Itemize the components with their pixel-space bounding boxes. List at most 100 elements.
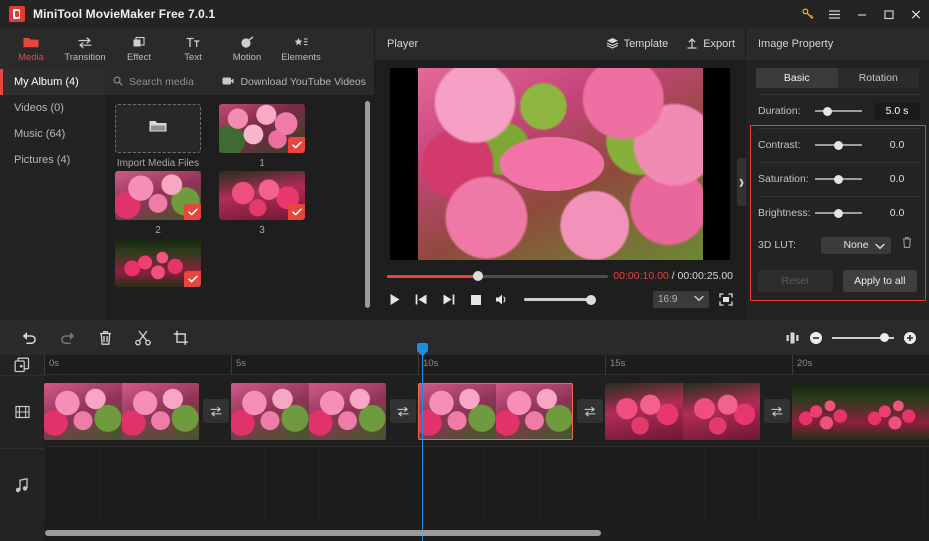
media-thumbnail[interactable] [115, 238, 201, 287]
brightness-slider[interactable] [815, 208, 862, 218]
category-music[interactable]: Music (64) [0, 121, 105, 147]
seek-slider[interactable] [387, 271, 608, 281]
playhead[interactable] [417, 343, 428, 541]
stop-button[interactable] [468, 292, 483, 307]
download-youtube-label: Download YouTube Videos [240, 76, 366, 88]
duration-value[interactable]: 5.0 s [874, 102, 920, 120]
tab-motion[interactable]: Motion [220, 28, 274, 69]
zoom-handle[interactable] [880, 333, 889, 342]
contrast-value: 0.0 [889, 139, 905, 151]
tab-elements[interactable]: Elements [274, 28, 328, 69]
tab-media[interactable]: Media [4, 28, 58, 69]
apply-to-all-button[interactable]: Apply to all [842, 270, 917, 292]
crop-button[interactable] [162, 320, 200, 355]
fit-to-screen-icon[interactable] [785, 320, 800, 355]
fullscreen-icon[interactable] [718, 292, 733, 307]
media-item[interactable]: 3 [219, 171, 305, 238]
transition-marker[interactable] [390, 399, 416, 423]
timeline-clip[interactable] [231, 383, 386, 440]
zoom-out-icon[interactable] [809, 320, 823, 355]
key-icon[interactable] [794, 0, 821, 28]
volume-button[interactable] [495, 292, 510, 307]
timeline-clip[interactable] [792, 383, 929, 440]
template-label: Template [623, 38, 669, 50]
add-media-track-icon[interactable] [0, 355, 44, 375]
tab-transition[interactable]: Transition [58, 28, 112, 69]
timeline-clip-selected[interactable] [418, 383, 573, 440]
transition-marker[interactable] [764, 399, 790, 423]
timeline-toolbar [0, 320, 929, 355]
tab-effect[interactable]: Effect [112, 28, 166, 69]
download-youtube-button[interactable]: Download YouTube Videos [222, 76, 366, 89]
export-button[interactable]: Export [686, 37, 735, 52]
next-frame-button[interactable] [441, 292, 456, 307]
delete-button[interactable] [86, 320, 124, 355]
category-my-album[interactable]: My Album (4) [0, 69, 105, 95]
redo-button[interactable] [48, 320, 86, 355]
video-track[interactable] [44, 375, 929, 447]
ruler-tick-label: 10s [423, 358, 439, 369]
tab-motion-label: Motion [232, 51, 262, 63]
timeline-clip[interactable] [44, 383, 199, 440]
media-item-label: 2 [155, 225, 161, 236]
player-header: Player Template Export [375, 28, 745, 60]
tab-text[interactable]: Text [166, 28, 220, 69]
ruler-tick-label: 5s [236, 358, 247, 369]
search-input[interactable]: Search media [113, 75, 194, 89]
contrast-slider[interactable] [815, 140, 862, 150]
timeline-horizontal-scrollbar[interactable] [45, 530, 601, 536]
video-preview[interactable] [390, 68, 730, 260]
chevron-right-icon[interactable]: ❱ [737, 158, 746, 206]
video-track-icon[interactable] [0, 376, 44, 448]
media-thumbnail[interactable] [219, 104, 305, 153]
media-thumbnail[interactable] [219, 171, 305, 220]
audio-track-icon[interactable] [0, 449, 44, 521]
category-videos[interactable]: Videos (0) [0, 95, 105, 121]
trash-icon[interactable] [901, 236, 913, 254]
import-media-cell[interactable]: Import Media Files [115, 104, 201, 171]
tab-rotation[interactable]: Rotation [837, 68, 919, 88]
timeline-ruler[interactable]: 0s 5s 10s 15s 20s [44, 355, 929, 375]
minimize-icon[interactable] [848, 0, 875, 28]
volume-slider[interactable] [524, 294, 596, 305]
media-thumbnail[interactable] [115, 171, 201, 220]
undo-button[interactable] [10, 320, 48, 355]
effect-squares-icon [131, 35, 147, 50]
export-label: Export [703, 38, 735, 50]
maximize-icon[interactable] [875, 0, 902, 28]
timeline-clip[interactable] [605, 383, 760, 440]
media-item[interactable]: 2 [115, 171, 201, 238]
template-button[interactable]: Template [606, 37, 669, 52]
reset-button[interactable]: Reset [758, 270, 833, 292]
tab-basic[interactable]: Basic [756, 68, 838, 88]
media-item[interactable]: 1 [219, 104, 305, 171]
zoom-in-icon[interactable] [903, 320, 917, 355]
close-icon[interactable] [902, 0, 929, 28]
import-media-button[interactable] [115, 104, 201, 153]
play-button[interactable] [387, 292, 402, 307]
split-button[interactable] [124, 320, 162, 355]
lut-select[interactable]: None [821, 236, 891, 254]
menu-icon[interactable] [821, 0, 848, 28]
seek-handle[interactable] [473, 271, 483, 281]
saturation-handle[interactable] [834, 174, 843, 184]
brightness-handle[interactable] [834, 208, 843, 218]
aspect-ratio-select[interactable]: 16:9 [653, 291, 709, 308]
player-title: Player [387, 38, 419, 50]
volume-handle[interactable] [586, 294, 596, 305]
saturation-slider[interactable] [815, 174, 862, 184]
audio-track[interactable] [44, 448, 929, 520]
media-scrollbar[interactable] [365, 101, 370, 308]
zoom-slider[interactable] [832, 333, 894, 342]
tab-basic-label: Basic [783, 72, 810, 84]
transition-marker[interactable] [577, 399, 603, 423]
previous-frame-button[interactable] [414, 292, 429, 307]
brightness-label: Brightness: [758, 207, 811, 219]
media-item[interactable] [115, 238, 201, 305]
category-pictures[interactable]: Pictures (4) [0, 147, 105, 173]
duration-handle[interactable] [823, 106, 832, 116]
lut-value: None [843, 239, 869, 251]
contrast-handle[interactable] [834, 140, 843, 150]
transition-marker[interactable] [203, 399, 229, 423]
duration-slider[interactable] [815, 106, 862, 116]
